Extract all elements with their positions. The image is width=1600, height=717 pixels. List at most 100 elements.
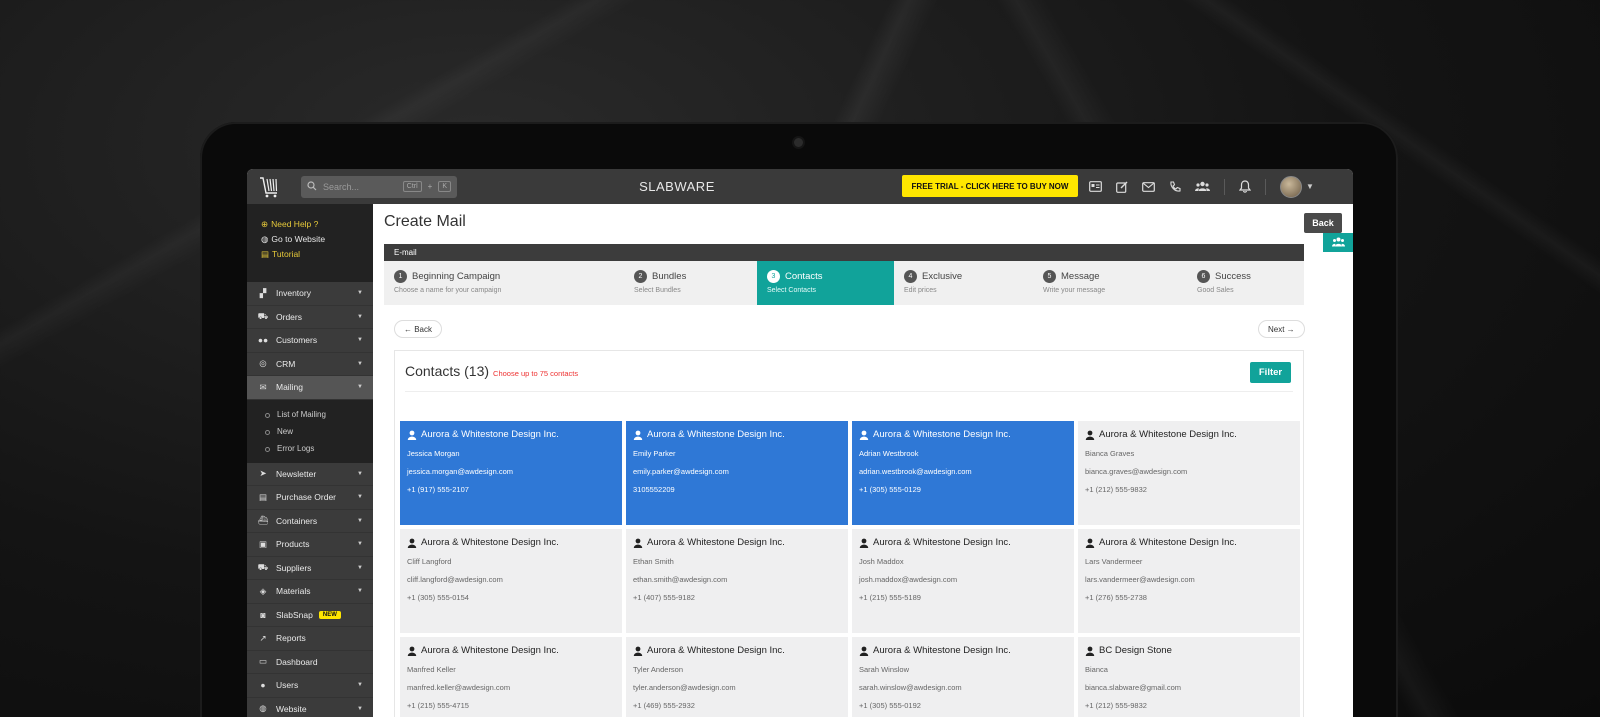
slabware-logo-icon[interactable] — [247, 169, 291, 204]
envelope-icon: ✉ — [259, 381, 267, 392]
submenu-item-error-logs[interactable]: Error Logs — [265, 440, 373, 457]
go-to-website-link[interactable]: ◍ Go to Website — [261, 232, 373, 247]
company-name: Aurora & Whitestone Design Inc. — [647, 645, 785, 656]
shortcut-key-k: K — [438, 181, 451, 192]
search-icon — [307, 178, 317, 196]
sidebar-item-label: Website — [276, 703, 307, 714]
chevron-down-icon: ▼ — [357, 494, 363, 501]
sidebar-item-dashboard[interactable]: ▭ Dashboard — [247, 650, 373, 674]
contact-card[interactable]: Aurora & Whitestone Design Inc. Manfred K… — [400, 637, 622, 717]
contact-name: Adrian Westbrook — [859, 449, 919, 458]
paper-plane-icon: ➤ — [259, 468, 267, 479]
bell-icon[interactable] — [1239, 180, 1251, 193]
sidebar-item-slabsnap[interactable]: ◙ SlabSnap NEW — [247, 603, 373, 627]
contact-card[interactable]: Aurora & Whitestone Design Inc. Adrian We… — [852, 421, 1074, 525]
chevron-down-icon: ▼ — [357, 682, 363, 689]
sidebar-item-label: Products — [276, 539, 310, 550]
team-icon[interactable] — [1195, 181, 1210, 192]
contact-name: Manfred Keller — [407, 665, 456, 674]
globe-icon: ◍ — [259, 703, 267, 714]
sidebar-item-inventory[interactable]: ▞ Inventory ▼ — [247, 282, 373, 306]
step-title: Contacts — [785, 271, 823, 282]
step-contacts[interactable]: 3 Contacts Select Contacts — [757, 261, 894, 305]
step-number: 4 — [904, 270, 917, 283]
contact-company: Aurora & Whitestone Design Inc. — [407, 537, 615, 548]
user-icon: ● — [260, 680, 266, 691]
contact-email: emily.parker@awdesign.com — [633, 467, 729, 476]
chevron-down-icon[interactable]: ▼ — [1306, 182, 1314, 191]
contact-phone: +1 (305) 555-0129 — [859, 485, 921, 494]
app-brand-title: SLABWARE — [639, 179, 715, 194]
sidebar-item-customers[interactable]: ●● Customers ▼ — [247, 329, 373, 353]
laptop-frame: Ctrl + K SLABWARE FREE TRIAL - CLICK HER… — [200, 122, 1398, 717]
sidebar-item-orders[interactable]: ⛟ Orders ▼ — [247, 305, 373, 329]
contact-company: Aurora & Whitestone Design Inc. — [633, 645, 841, 656]
sidebar-item-newsletter[interactable]: ➤ Newsletter ▼ — [247, 462, 373, 486]
sidebar-item-materials[interactable]: ◈ Materials ▼ — [247, 580, 373, 604]
edit-icon[interactable] — [1116, 181, 1128, 193]
sidebar-item-website[interactable]: ◍ Website ▼ — [247, 697, 373, 717]
sidebar-item-purchase-order[interactable]: ▤ Purchase Order ▼ — [247, 486, 373, 510]
step-title: Exclusive — [922, 271, 963, 282]
sidebar-item-label: Materials — [276, 586, 311, 597]
need-help-link[interactable]: ⊕ Need Help ? — [261, 217, 373, 232]
contacts-side-tab[interactable] — [1323, 233, 1353, 252]
phone-icon[interactable] — [1169, 180, 1181, 193]
step-beginning-campaign[interactable]: 1 Beginning Campaign Choose a name for yo… — [384, 261, 624, 305]
users-icon: ●● — [257, 335, 269, 346]
contact-company: Aurora & Whitestone Design Inc. — [859, 429, 1067, 440]
back-button[interactable]: Back — [1304, 213, 1342, 233]
step-title: Beginning Campaign — [412, 271, 501, 282]
contact-company: Aurora & Whitestone Design Inc. — [407, 429, 615, 440]
step-number: 5 — [1043, 270, 1056, 283]
contact-card[interactable]: Aurora & Whitestone Design Inc. Lars Vand… — [1078, 529, 1300, 633]
contact-email: manfred.keller@awdesign.com — [407, 683, 511, 692]
lifebuoy-icon: ⊕ — [261, 219, 269, 229]
contact-card[interactable]: Aurora & Whitestone Design Inc. Bianca Gr… — [1078, 421, 1300, 525]
mailing-submenu: List of Mailing New Error Logs — [247, 399, 373, 463]
tutorial-link[interactable]: ▤ Tutorial — [261, 247, 373, 262]
mail-icon[interactable] — [1142, 181, 1155, 192]
main-content: Create Mail Back E-mail 1 Beginning Campa… — [373, 204, 1353, 717]
submenu-item-new[interactable]: New — [265, 423, 373, 440]
wizard-steps: 1 Beginning Campaign Choose a name for yo… — [384, 261, 1304, 305]
person-icon — [407, 430, 417, 440]
sidebar-item-products[interactable]: ▣ Products ▼ — [247, 533, 373, 557]
id-card-icon[interactable] — [1089, 181, 1102, 192]
contact-card[interactable]: Aurora & Whitestone Design Inc. Ethan Smi… — [626, 529, 848, 633]
person-icon — [1085, 646, 1095, 656]
contacts-header: Contacts (13) Choose up to 75 contacts — [405, 363, 578, 379]
search-input[interactable] — [323, 181, 397, 192]
step-bundles[interactable]: 2 Bundles Select Bundles — [624, 261, 757, 305]
contact-card[interactable]: Aurora & Whitestone Design Inc. Tyler And… — [626, 637, 848, 717]
previous-step-button[interactable]: ← Back — [394, 320, 443, 338]
company-name: Aurora & Whitestone Design Inc. — [873, 537, 1011, 548]
user-avatar[interactable] — [1280, 175, 1302, 198]
contact-card[interactable]: Aurora & Whitestone Design Inc. Jessica M… — [400, 421, 622, 525]
sidebar-item-users[interactable]: ● Users ▼ — [247, 674, 373, 698]
filter-button[interactable]: Filter — [1250, 362, 1291, 383]
contact-name: Emily Parker — [633, 449, 676, 458]
free-trial-button[interactable]: FREE TRIAL - CLICK HERE TO BUY NOW — [902, 175, 1078, 197]
contact-card[interactable]: Aurora & Whitestone Design Inc. Emily Par… — [626, 421, 848, 525]
sidebar-item-mailing[interactable]: ✉ Mailing ▼ — [247, 376, 373, 400]
step-subtitle: Choose a name for your campaign — [394, 287, 502, 294]
contact-card[interactable]: BC Design Stone Bianca bianca.slabware@gma… — [1078, 637, 1300, 717]
sidebar-item-crm[interactable]: ◎ CRM ▼ — [247, 352, 373, 376]
step-success[interactable]: 6 Success Good Sales — [1187, 261, 1304, 305]
step-exclusive[interactable]: 4 Exclusive Edit prices — [894, 261, 1033, 305]
laptop-icon: ▭ — [258, 656, 268, 667]
sidebar-item-reports[interactable]: ↗ Reports — [247, 627, 373, 651]
global-search[interactable]: Ctrl + K — [301, 175, 457, 198]
sidebar-item-containers[interactable]: ⛴ Containers ▼ — [247, 509, 373, 533]
contact-card[interactable]: Aurora & Whitestone Design Inc. Josh Madd… — [852, 529, 1074, 633]
next-step-button[interactable]: Next → — [1258, 320, 1305, 338]
contacts-title: Contacts (13) — [405, 363, 490, 379]
step-message[interactable]: 5 Message Write your message — [1033, 261, 1187, 305]
step-subtitle: Edit prices — [904, 287, 937, 294]
contact-card[interactable]: Aurora & Whitestone Design Inc. Cliff Lan… — [400, 529, 622, 633]
contact-card[interactable]: Aurora & Whitestone Design Inc. Sarah Win… — [852, 637, 1074, 717]
sidebar-item-suppliers[interactable]: ⛟ Suppliers ▼ — [247, 556, 373, 580]
submenu-item-list-of-mailing[interactable]: List of Mailing — [265, 406, 373, 423]
camera-icon: ◙ — [260, 609, 266, 620]
